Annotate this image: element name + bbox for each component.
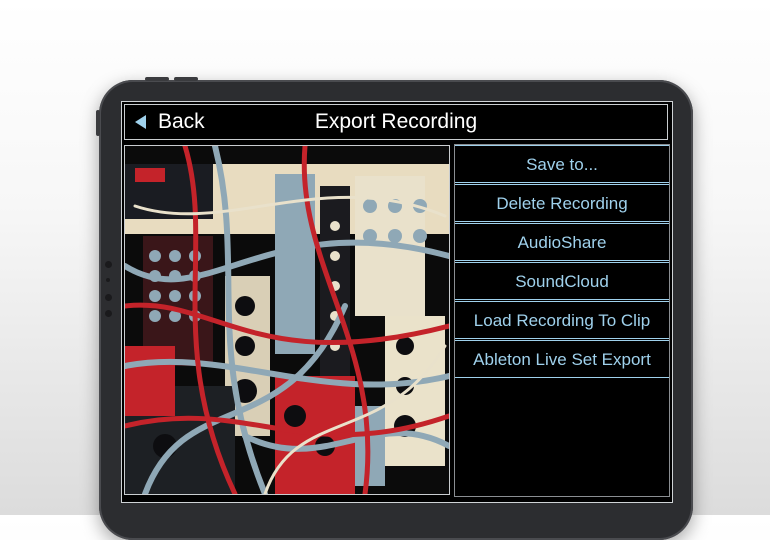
soundcloud-button[interactable]: SoundCloud [455,262,669,300]
camera-dot [105,310,112,317]
load-recording-to-clip-button[interactable]: Load Recording To Clip [455,301,669,339]
export-options-menu: Save to... Delete Recording AudioShare S… [454,144,670,497]
volume-button [145,77,169,81]
save-to-button[interactable]: Save to... [455,145,669,183]
volume-button [174,77,198,81]
power-button [96,110,100,136]
navigation-bar: Export Recording Back [124,104,668,140]
camera-dot [105,261,112,268]
camera-dot [105,294,112,301]
back-button[interactable]: Back [135,105,205,139]
recording-artwork [124,145,450,495]
audioshare-button[interactable]: AudioShare [455,223,669,261]
back-arrow-icon [135,115,146,129]
page-title: Export Recording [314,110,478,133]
app-screen: Export Recording Back Save to... Delete … [121,101,673,503]
modular-synth-illustration [125,146,449,494]
ableton-live-set-export-button[interactable]: Ableton Live Set Export [455,340,669,378]
back-label: Back [158,110,205,133]
sensor-dot [106,278,110,282]
delete-recording-button[interactable]: Delete Recording [455,184,669,222]
